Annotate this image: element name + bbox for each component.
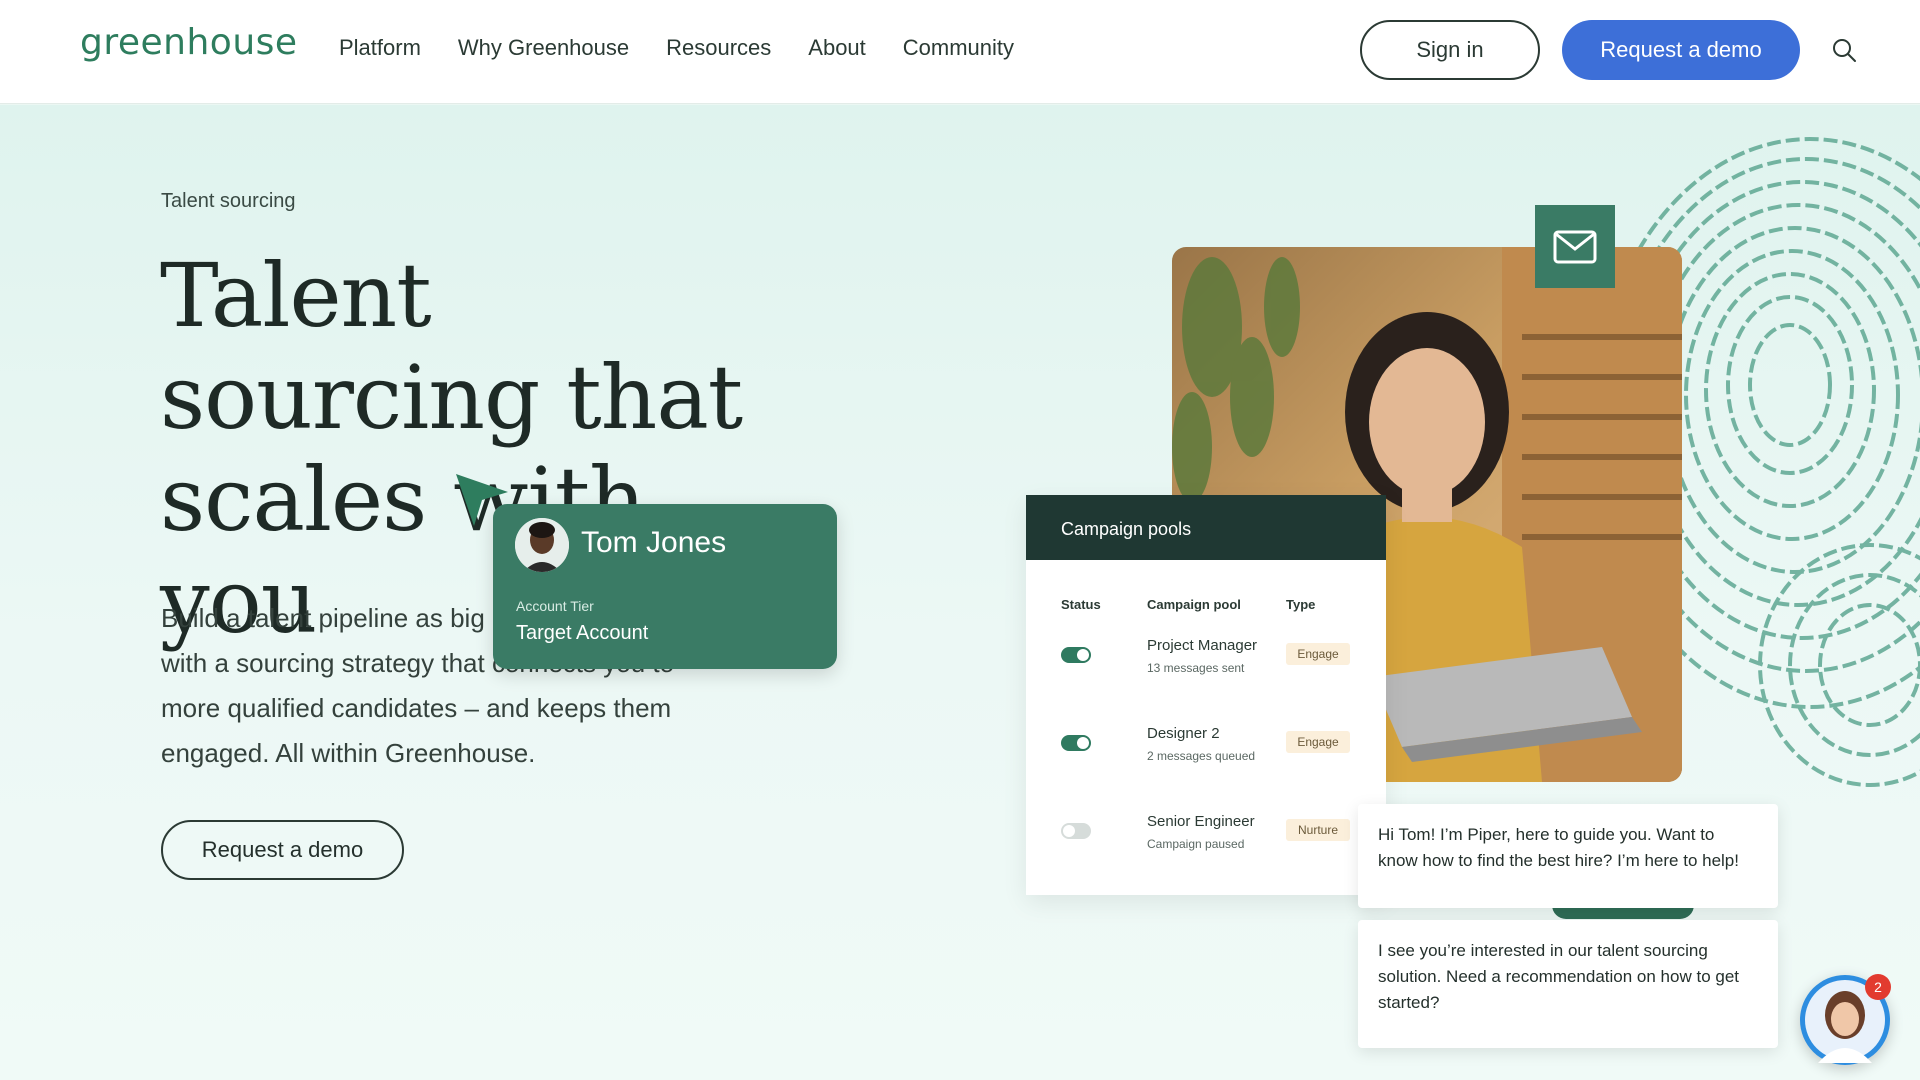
type-badge: Engage (1286, 643, 1350, 665)
chat-message[interactable]: I see you’re interested in our talent so… (1358, 920, 1778, 1048)
campaign-row: Designer 2 2 messages queued Engage (1026, 725, 1386, 785)
pool-name: Senior Engineer (1147, 813, 1255, 830)
campaign-pools-card: Campaign pools Status Campaign pool Type… (1026, 495, 1386, 895)
nav-link-about[interactable]: About (808, 35, 866, 61)
status-toggle[interactable] (1061, 647, 1091, 663)
nav-link-why-greenhouse[interactable]: Why Greenhouse (458, 35, 629, 61)
chat-message[interactable]: Hi Tom! I’m Piper, here to guide you. Wa… (1358, 804, 1778, 908)
top-nav: greenhouse Platform Why Greenhouse Resou… (0, 0, 1920, 104)
pool-subtext: Campaign paused (1147, 837, 1245, 851)
contact-card: Tom Jones Account Tier Target Account (493, 504, 837, 669)
greenhouse-logo[interactable]: greenhouse (80, 22, 298, 63)
nav-link-platform[interactable]: Platform (339, 35, 421, 61)
unread-count-badge: 2 (1865, 974, 1891, 1000)
mail-tile (1535, 205, 1615, 288)
column-header-campaign-pool: Campaign pool (1147, 597, 1241, 612)
campaign-row: Senior Engineer Campaign paused Nurture (1026, 813, 1386, 873)
nav-link-resources[interactable]: Resources (666, 35, 771, 61)
campaign-row: Project Manager 13 messages sent Engage (1026, 637, 1386, 697)
envelope-icon (1553, 230, 1597, 263)
account-tier-label: Account Tier (516, 598, 594, 614)
sign-in-button[interactable]: Sign in (1360, 20, 1540, 80)
campaign-pools-title: Campaign pools (1026, 495, 1386, 560)
contact-avatar (515, 518, 569, 572)
pool-subtext: 13 messages sent (1147, 661, 1245, 675)
type-badge: Engage (1286, 731, 1350, 753)
type-badge: Nurture (1286, 819, 1350, 841)
status-toggle[interactable] (1061, 823, 1091, 839)
status-toggle[interactable] (1061, 735, 1091, 751)
column-header-status: Status (1061, 597, 1101, 612)
pool-name: Designer 2 (1147, 725, 1220, 742)
account-tier-value: Target Account (516, 622, 649, 644)
main-nav-links: Platform Why Greenhouse Resources About … (339, 35, 1014, 61)
contact-name: Tom Jones (581, 526, 727, 559)
search-icon[interactable] (1830, 36, 1858, 64)
hero-eyebrow: Talent sourcing (161, 190, 296, 212)
column-header-type: Type (1286, 597, 1316, 612)
nav-link-community[interactable]: Community (903, 35, 1014, 61)
request-demo-nav-button[interactable]: Request a demo (1562, 20, 1800, 80)
pool-subtext: 2 messages queued (1147, 749, 1256, 763)
pool-name: Project Manager (1147, 637, 1258, 654)
request-demo-hero-button[interactable]: Request a demo (161, 820, 404, 880)
